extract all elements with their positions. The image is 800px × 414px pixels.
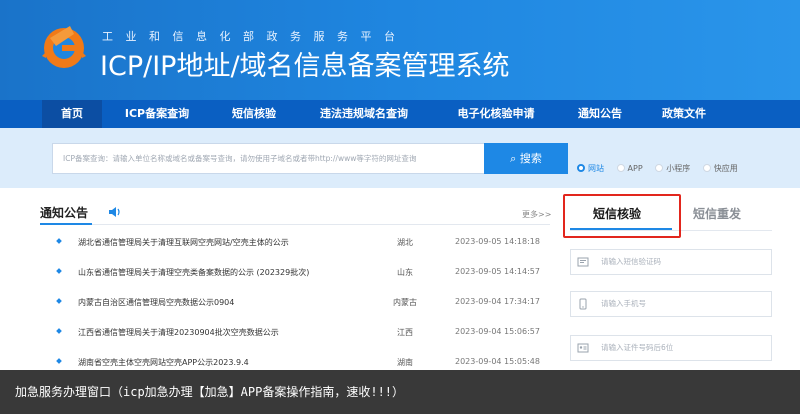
site-logo-icon — [42, 26, 86, 68]
sms-code-placeholder: 请输入短信验证码 — [601, 257, 661, 266]
notice-item-date: 2023-09-04 15:05:48 — [455, 357, 540, 366]
search-button[interactable]: ⌕ 搜索 — [484, 143, 568, 174]
search-input[interactable]: ICP备案查询：请输入单位名称或域名或备案号查询，请勿使用子域名或者带http:… — [52, 143, 485, 174]
notice-item-title[interactable]: 湖北省通信管理局关于清理互联网空壳网站/空壳主体的公示 — [78, 237, 289, 248]
speaker-icon — [109, 207, 120, 217]
id-card-icon — [577, 343, 589, 353]
nav-sms-verify[interactable]: 短信核验 — [218, 100, 290, 128]
sms-code-field[interactable]: 请输入短信验证码 — [570, 249, 772, 275]
bullet-icon — [56, 268, 62, 274]
radio-dot-icon — [577, 164, 585, 172]
notice-item-title[interactable]: 江西省通信管理局关于清理20230904批次空壳数据公示 — [78, 327, 279, 338]
caption-banner: 加急服务办理窗口（icp加急办理【加急】APP备案操作指南，速收!!!） — [0, 370, 800, 414]
site-header: 工业和信息化部政务服务平台 ICP/IP地址/域名信息备案管理系统 — [0, 0, 800, 100]
more-link[interactable]: 更多>> — [522, 209, 551, 220]
notice-item-province: 山东 — [397, 268, 413, 277]
notice-item-province: 湖北 — [397, 238, 413, 247]
site-subtitle: 工业和信息化部政务服务平台 — [102, 30, 408, 43]
notice-item-province: 湖南 — [397, 358, 413, 367]
nav-icp-query[interactable]: ICP备案查询 — [112, 100, 202, 128]
radio-website[interactable]: 网站 — [577, 163, 604, 174]
list-item: 江西省通信管理局关于清理20230904批次空壳数据公示 江西 2023-09-… — [40, 327, 560, 347]
notice-item-date: 2023-09-05 14:14:57 — [455, 267, 540, 276]
notice-item-province: 江西 — [397, 328, 413, 337]
radio-app[interactable]: APP — [616, 164, 643, 173]
notice-divider — [40, 224, 550, 225]
phone-field[interactable]: 请输入手机号 — [570, 291, 772, 317]
list-item: 山东省通信管理局关于清理空壳类备案数据的公示 (202329批次) 山东 202… — [40, 267, 560, 287]
radio-mini-program[interactable]: 小程序 — [655, 163, 690, 174]
search-icon: ⌕ — [510, 152, 517, 165]
notice-title: 通知公告 — [40, 206, 89, 220]
notice-item-title[interactable]: 山东省通信管理局关于清理空壳类备案数据的公示 (202329批次) — [78, 267, 309, 278]
nav-home[interactable]: 首页 — [42, 100, 102, 128]
bullet-icon — [56, 328, 62, 334]
notice-item-title[interactable]: 湖南省空壳主体空壳网站空壳APP公示2023.9.4 — [78, 357, 249, 368]
main-nav: 首页 ICP备案查询 短信核验 违法违规域名查询 电子化核验申请 通知公告 政策… — [0, 100, 800, 128]
radio-dot-icon — [616, 164, 625, 172]
radio-dot-icon — [655, 164, 664, 172]
list-item: 湖北省通信管理局关于清理互联网空壳网站/空壳主体的公示 湖北 2023-09-0… — [40, 237, 560, 257]
notice-item-title[interactable]: 内蒙古自治区通信管理局空壳数据公示0904 — [78, 297, 234, 308]
id-number-placeholder: 请输入证件号码后6位 — [601, 343, 674, 352]
notice-item-province: 内蒙古 — [393, 298, 417, 307]
nav-policy-docs[interactable]: 政策文件 — [648, 100, 720, 128]
nav-electronic-verify[interactable]: 电子化核验申请 — [440, 100, 552, 128]
id-number-field[interactable]: 请输入证件号码后6位 — [570, 335, 772, 361]
notice-title-underline — [40, 223, 92, 225]
radio-dot-icon — [702, 164, 711, 172]
highlight-box — [563, 194, 681, 238]
bullet-icon — [56, 298, 62, 304]
search-type-radio-group: 网站 APP 小程序 快应用 — [577, 163, 748, 175]
bullet-icon — [56, 358, 62, 364]
tab-sms-resend[interactable]: 短信重发 — [693, 205, 741, 222]
notice-item-date: 2023-09-04 17:34:17 — [455, 297, 540, 306]
phone-placeholder: 请输入手机号 — [601, 299, 646, 308]
phone-icon — [579, 298, 587, 310]
list-item: 内蒙古自治区通信管理局空壳数据公示0904 内蒙古 2023-09-04 17:… — [40, 297, 560, 317]
radio-quick-app[interactable]: 快应用 — [702, 163, 738, 174]
search-button-label: 搜索 — [519, 152, 542, 165]
nav-illegal-domain-query[interactable]: 违法违规域名查询 — [306, 100, 422, 128]
sms-icon — [577, 257, 589, 267]
nav-notices[interactable]: 通知公告 — [564, 100, 636, 128]
notice-item-date: 2023-09-04 15:06:57 — [455, 327, 540, 336]
notice-item-date: 2023-09-05 14:18:18 — [455, 237, 540, 246]
bullet-icon — [56, 238, 62, 244]
site-title: ICP/IP地址/域名信息备案管理系统 — [100, 51, 510, 82]
